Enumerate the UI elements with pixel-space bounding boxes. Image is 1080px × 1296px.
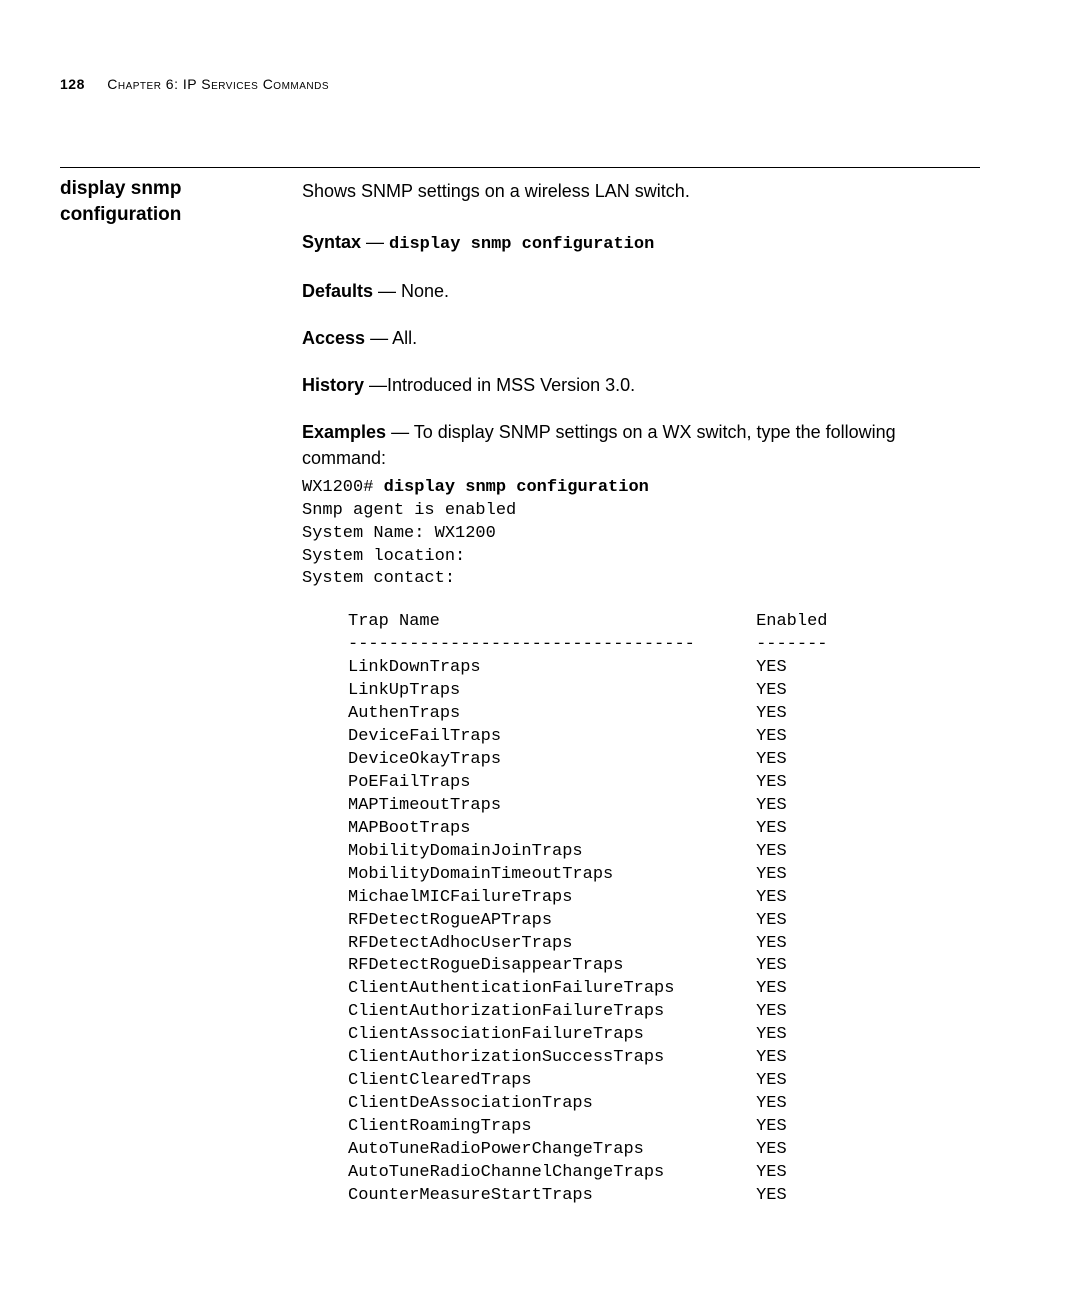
main-column: Shows SNMP settings on a wireless LAN sw… — [302, 176, 980, 1208]
intro-text: Shows SNMP settings on a wireless LAN sw… — [302, 178, 980, 205]
history-value: —Introduced in MSS Version 3.0. — [364, 375, 635, 395]
history-line: History —Introduced in MSS Version 3.0. — [302, 372, 980, 399]
examples-line: Examples — To display SNMP settings on a… — [302, 419, 980, 471]
terminal-command: display snmp configuration — [384, 478, 649, 497]
document-page: 128 Chapter 6: IP Services Commands disp… — [0, 0, 1080, 1248]
defaults-value: — None. — [373, 281, 449, 301]
terminal-output: Snmp agent is enabled System Name: WX120… — [302, 501, 516, 589]
side-heading-line2: configuration — [60, 204, 181, 225]
side-heading-line1: display snmp — [60, 178, 181, 199]
terminal-block: WX1200# display snmp configuration Snmp … — [302, 477, 980, 592]
side-heading: display snmp configuration — [60, 176, 302, 227]
syntax-label: Syntax — [302, 232, 361, 252]
page-number: 128 — [60, 76, 85, 92]
access-label: Access — [302, 328, 365, 348]
examples-label: Examples — [302, 422, 386, 442]
syntax-line: Syntax — display snmp configuration — [302, 229, 980, 258]
syntax-dash: — — [361, 232, 389, 252]
defaults-line: Defaults — None. — [302, 278, 980, 305]
access-value: — All. — [365, 328, 417, 348]
examples-value: — To display SNMP settings on a WX switc… — [302, 422, 896, 468]
page-header: 128 Chapter 6: IP Services Commands — [60, 74, 980, 95]
history-label: History — [302, 375, 364, 395]
section-rule — [60, 167, 980, 168]
chapter-label: Chapter 6: IP Services Commands — [107, 76, 329, 92]
content-row: display snmp configuration Shows SNMP se… — [60, 176, 980, 1208]
trap-table: Trap Name Enabled ----------------------… — [348, 611, 980, 1207]
syntax-command: display snmp configuration — [389, 235, 654, 254]
defaults-label: Defaults — [302, 281, 373, 301]
terminal-prompt: WX1200# — [302, 478, 384, 497]
access-line: Access — All. — [302, 325, 980, 352]
